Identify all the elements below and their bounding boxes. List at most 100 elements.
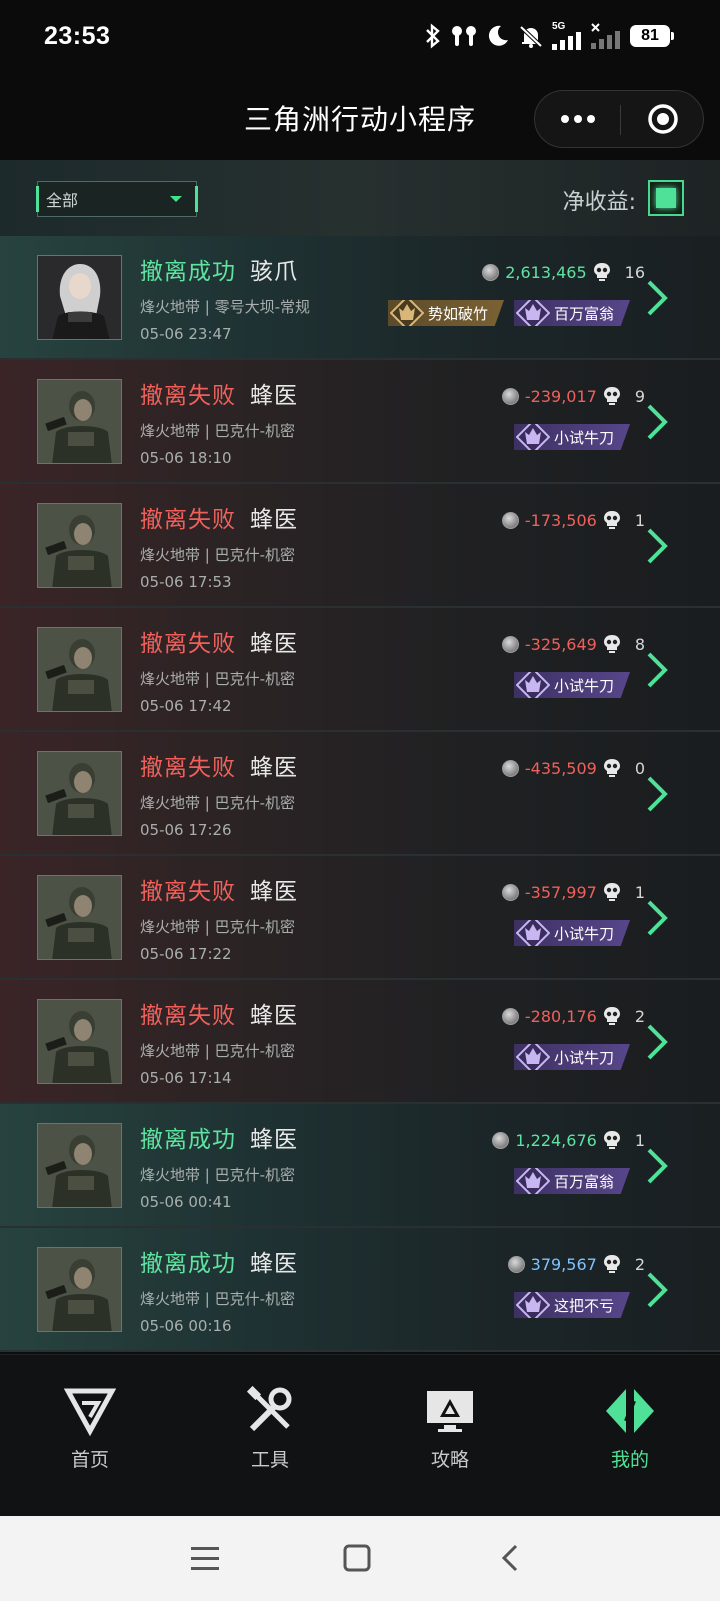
net-amount: -325,649: [524, 634, 597, 654]
chevron-right-icon[interactable]: [644, 402, 670, 442]
match-record-row[interactable]: 撤离失败 蜂医 烽火地带 | 巴克什-机密 05-06 17:26 -435,5…: [0, 732, 720, 856]
map-info: 烽火地带 | 巴克什-机密: [140, 670, 296, 688]
chevron-right-icon[interactable]: [644, 278, 670, 318]
net-amount: 1,224,676: [515, 1130, 597, 1150]
match-record-row[interactable]: 撤离失败 蜂医 烽火地带 | 巴克什-机密 05-06 18:10 -239,0…: [0, 360, 720, 484]
bell-off-icon: [519, 25, 543, 48]
tab-home[interactable]: 首页: [0, 1355, 180, 1475]
operator-name: 蜂医: [250, 507, 298, 533]
match-record-row[interactable]: 撤离成功 蜂医 烽火地带 | 巴克什-机密 05-06 00:16 379,56…: [0, 1228, 720, 1352]
net-amount: 2,613,465: [505, 262, 587, 282]
achievement-badge: 小试牛刀: [513, 672, 630, 698]
map-info: 烽火地带 | 零号大坝-常规: [140, 298, 311, 316]
operator-portrait: [38, 256, 121, 339]
filter-bar: 全部 净收益:: [0, 160, 720, 236]
match-stats: 1,224,676 1: [492, 1128, 645, 1152]
more-dots-icon[interactable]: [535, 91, 620, 147]
chevron-right-icon[interactable]: [644, 1022, 670, 1062]
net-amount: -280,176: [524, 1006, 597, 1026]
match-record-row[interactable]: 撤离失败 蜂医 烽火地带 | 巴克什-机密 05-06 17:42 -325,6…: [0, 608, 720, 732]
tab-guide[interactable]: 攻略: [360, 1355, 540, 1475]
profile-logo-icon: [606, 1389, 654, 1433]
signal-x-icon: [591, 23, 620, 49]
operator-portrait: [38, 1000, 121, 1083]
badge-list: 百万富翁: [513, 1166, 630, 1196]
skull-icon: [603, 387, 620, 405]
flame-badge-icon: [515, 1168, 550, 1194]
target-close-icon[interactable]: [621, 91, 705, 147]
extraction-result: 撤离失败: [140, 631, 236, 657]
chevron-right-icon[interactable]: [644, 1146, 670, 1186]
net-amount: -239,017: [524, 386, 597, 406]
skull-icon: [603, 1255, 620, 1273]
achievement-badge: 百万富翁: [513, 1168, 630, 1194]
chevron-right-icon[interactable]: [644, 650, 670, 690]
tab-label: 我的: [610, 1449, 649, 1471]
flame-badge-icon: [515, 424, 550, 450]
skull-icon: [593, 263, 610, 281]
skull-icon: [603, 759, 620, 777]
match-time: 05-06 00:41: [140, 1193, 232, 1211]
badge-label: 小试牛刀: [553, 924, 614, 943]
operator-avatar: [37, 627, 122, 712]
achievement-badge: 这把不亏: [513, 1292, 630, 1318]
flame-badge-icon: [515, 1044, 550, 1070]
coin-icon: [507, 1255, 525, 1273]
match-stats: -435,509 0: [501, 756, 645, 780]
back-icon[interactable]: [490, 1538, 530, 1578]
badge-list: 小试牛刀: [513, 670, 630, 700]
operator-avatar: [37, 751, 122, 836]
badge-label: 小试牛刀: [553, 428, 614, 447]
kill-count: 16: [624, 262, 645, 282]
coin-icon: [501, 387, 519, 405]
achievement-badge: 小试牛刀: [513, 1044, 630, 1070]
operator-avatar: [37, 1247, 122, 1332]
operator-portrait: [38, 504, 121, 587]
map-info: 烽火地带 | 巴克什-机密: [140, 1166, 296, 1184]
badge-list: 这把不亏: [513, 1290, 630, 1320]
match-record-row[interactable]: 撤离失败 蜂医 烽火地带 | 巴克什-机密 05-06 17:53 -173,5…: [0, 484, 720, 608]
match-time: 05-06 17:22: [140, 945, 232, 963]
bluetooth-icon: [426, 23, 440, 49]
operator-portrait: [38, 1248, 121, 1331]
match-record-row[interactable]: 撤离成功 蜂医 烽火地带 | 巴克什-机密 05-06 00:41 1,224,…: [0, 1104, 720, 1228]
coin-icon: [482, 263, 500, 281]
map-info: 烽火地带 | 巴克什-机密: [140, 1042, 296, 1060]
skull-icon: [603, 1131, 620, 1149]
match-record-row[interactable]: 撤离成功 骇爪 烽火地带 | 零号大坝-常规 05-06 23:47 2,613…: [0, 236, 720, 360]
tab-profile[interactable]: 我的: [540, 1355, 720, 1475]
match-record-row[interactable]: 撤离失败 蜂医 烽火地带 | 巴克什-机密 05-06 17:14 -280,1…: [0, 980, 720, 1104]
chevron-right-icon[interactable]: [644, 526, 670, 566]
net-profit-checkbox[interactable]: [648, 180, 684, 216]
extraction-result: 撤离失败: [140, 507, 236, 533]
title-bar: 三角洲行动小程序: [0, 76, 720, 160]
badge-list: 小试牛刀: [513, 918, 630, 948]
match-record-row[interactable]: 撤离失败 蜂医 烽火地带 | 巴克什-机密 05-06 17:22 -357,9…: [0, 856, 720, 980]
tab-tools[interactable]: 工具: [180, 1355, 360, 1475]
achievement-badge: 小试牛刀: [513, 920, 630, 946]
operator-avatar: [37, 999, 122, 1084]
coin-icon: [501, 759, 519, 777]
match-record-list: 撤离成功 骇爪 烽火地带 | 零号大坝-常规 05-06 23:47 2,613…: [0, 236, 720, 1354]
flame-badge-icon: [515, 300, 550, 326]
net-amount: 379,567: [530, 1254, 597, 1274]
chevron-right-icon[interactable]: [644, 898, 670, 938]
extraction-result: 撤离失败: [140, 879, 236, 905]
badge-label: 小试牛刀: [553, 676, 614, 695]
operator-name: 蜂医: [250, 383, 298, 409]
match-stats: 2,613,465 16: [482, 260, 645, 284]
chevron-right-icon[interactable]: [644, 1270, 670, 1310]
map-info: 烽火地带 | 巴克什-机密: [140, 918, 296, 936]
select-edge-right: [195, 186, 198, 212]
match-stats: -239,017 9: [501, 384, 645, 408]
chevron-down-icon: [170, 196, 182, 202]
home-square-icon[interactable]: [337, 1538, 377, 1578]
chevron-right-icon[interactable]: [644, 774, 670, 814]
coin-icon: [492, 1131, 510, 1149]
coin-icon: [501, 883, 519, 901]
menu-icon[interactable]: [185, 1538, 225, 1578]
coin-icon: [501, 635, 519, 653]
badge-label: 小试牛刀: [553, 1048, 614, 1067]
operator-name: 蜂医: [250, 1127, 298, 1153]
mode-filter-select[interactable]: 全部: [36, 181, 198, 217]
